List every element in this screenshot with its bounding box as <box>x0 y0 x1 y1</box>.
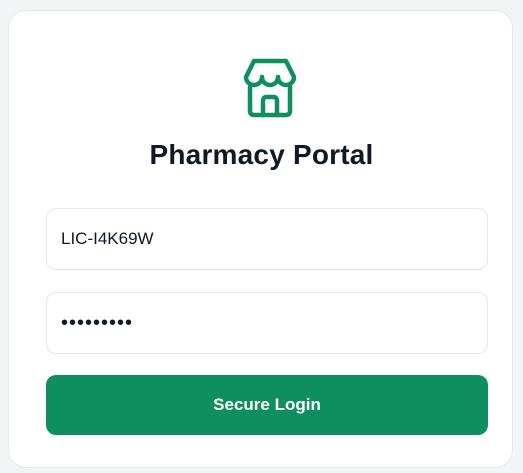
storefront-icon <box>243 58 297 118</box>
license-input[interactable] <box>46 208 488 270</box>
page-title: Pharmacy Portal <box>149 139 374 170</box>
password-input[interactable] <box>46 292 488 354</box>
secure-login-button[interactable]: Secure Login <box>46 375 488 435</box>
login-card: Pharmacy Portal Secure Login <box>8 10 513 468</box>
